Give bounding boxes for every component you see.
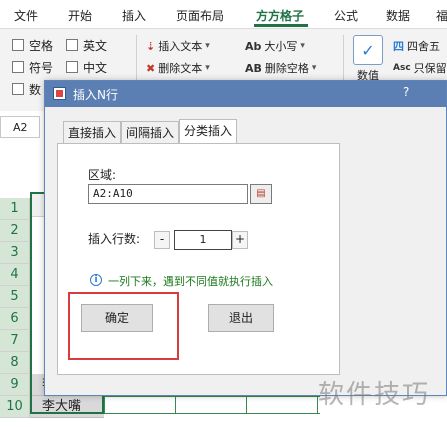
case-label: 大小写 bbox=[264, 40, 298, 53]
delete-text-label: 删除文本 bbox=[158, 62, 203, 75]
chevron-down-icon: ▾ bbox=[205, 63, 210, 73]
exit-button[interactable]: 退出 bbox=[208, 304, 274, 332]
checkbox-label: 数 bbox=[29, 82, 42, 97]
row-header[interactable]: 10 bbox=[0, 396, 30, 418]
checkbox-number[interactable]: 数 bbox=[12, 81, 41, 97]
tab-more[interactable]: 福 bbox=[436, 7, 447, 24]
insert-text-icon: ⇣ bbox=[146, 39, 156, 53]
chevron-down-icon: ▾ bbox=[205, 41, 210, 51]
tab-home[interactable]: 开始 bbox=[68, 7, 92, 24]
range-input[interactable]: A2:A10 bbox=[88, 184, 248, 204]
cell-a10[interactable]: 李大嘴 bbox=[30, 396, 104, 418]
tab-formulas[interactable]: 公式 bbox=[334, 7, 358, 24]
checkbox-box bbox=[12, 83, 24, 95]
keep-only-button[interactable]: Asc 只保留 bbox=[393, 60, 447, 76]
row-header[interactable]: 1 bbox=[0, 198, 30, 220]
delete-space-label: 删除空格 bbox=[264, 62, 309, 75]
range-picker-button[interactable]: ▤ bbox=[250, 184, 272, 204]
case-icon: Ab bbox=[245, 39, 262, 53]
checkbox-symbol[interactable]: 符号 bbox=[12, 59, 53, 75]
round-label: 四舍五 bbox=[407, 40, 440, 53]
decrement-button[interactable]: - bbox=[154, 231, 170, 249]
tab-file[interactable]: 文件 bbox=[14, 7, 38, 24]
tab-data[interactable]: 数据 bbox=[386, 7, 410, 24]
tab-category-insert[interactable]: 分类插入 bbox=[179, 119, 238, 144]
checkbox-space[interactable]: 空格 bbox=[12, 37, 53, 53]
tab-direct-insert[interactable]: 直接插入 bbox=[63, 121, 122, 143]
checkbox-label: 空格 bbox=[29, 38, 54, 53]
checkbox-chinese[interactable]: 中文 bbox=[66, 59, 107, 75]
checkbox-box bbox=[12, 61, 24, 73]
watermark: 软件技巧 bbox=[318, 380, 431, 410]
info-icon: i bbox=[90, 274, 102, 286]
checkbox-box bbox=[66, 39, 78, 51]
keep-only-icon: Asc bbox=[393, 63, 411, 73]
delete-space-icon: AB bbox=[245, 61, 262, 75]
row-header[interactable]: 8 bbox=[0, 352, 30, 374]
round-icon: 四 bbox=[393, 40, 404, 53]
delete-text-icon: ✖ bbox=[146, 61, 156, 75]
tab-fangfanggezi[interactable]: 方方格子 bbox=[256, 7, 304, 24]
dialog-title: 插入N行 bbox=[73, 88, 118, 102]
insert-text-label: 插入文本 bbox=[158, 40, 203, 53]
insert-text-button[interactable]: ⇣ 插入文本 ▾ bbox=[146, 38, 210, 54]
row-header[interactable]: 7 bbox=[0, 330, 30, 352]
row-header[interactable]: 6 bbox=[0, 308, 30, 330]
tab-page-category: 区域: A2:A10 ▤ 插入行数: - 1 + i 一列下来，遇到不同值就执行… bbox=[57, 143, 340, 375]
chevron-down-icon: ▾ bbox=[311, 63, 317, 73]
keep-only-label: 只保留 bbox=[413, 62, 447, 75]
row-header[interactable]: 2 bbox=[0, 220, 30, 242]
round-button[interactable]: 四 四舍五 bbox=[393, 38, 440, 54]
rows-count-input[interactable]: 1 bbox=[174, 230, 232, 250]
checkbox-english[interactable]: 英文 bbox=[66, 37, 107, 53]
tab-page-layout[interactable]: 页面布局 bbox=[176, 7, 224, 24]
row-header[interactable]: 4 bbox=[0, 264, 30, 286]
ribbon-tab-bar: 文件 开始 插入 页面布局 方方格子 公式 数据 福 bbox=[0, 0, 447, 28]
range-label: 区域: bbox=[88, 168, 117, 182]
chevron-down-icon: ▾ bbox=[300, 41, 305, 51]
checkbox-label: 英文 bbox=[83, 38, 108, 53]
info-text: 一列下来，遇到不同值就执行插入 bbox=[108, 275, 273, 288]
increment-button[interactable]: + bbox=[232, 231, 248, 249]
checkbox-box bbox=[66, 61, 78, 73]
dialog-titlebar[interactable]: 插入N行 ? bbox=[45, 81, 446, 107]
row-header[interactable]: 5 bbox=[0, 286, 30, 308]
tab-interval-insert[interactable]: 间隔插入 bbox=[121, 121, 180, 143]
checkbox-box bbox=[12, 39, 24, 51]
value-icon: ✓ bbox=[353, 35, 383, 65]
ok-button[interactable]: 确定 bbox=[81, 304, 153, 332]
name-box[interactable]: A2 bbox=[0, 116, 40, 138]
grid-line bbox=[104, 413, 320, 414]
case-button[interactable]: Ab 大小写 ▾ bbox=[245, 38, 305, 54]
checkbox-label: 符号 bbox=[29, 60, 54, 75]
checkbox-label: 中文 bbox=[83, 60, 108, 75]
value-button[interactable]: ✓ 数值 bbox=[350, 35, 386, 82]
row-header[interactable]: 3 bbox=[0, 242, 30, 264]
rows-label: 插入行数: bbox=[88, 232, 141, 246]
row-header[interactable]: 9 bbox=[0, 374, 30, 396]
tab-insert[interactable]: 插入 bbox=[122, 7, 146, 24]
app-icon bbox=[53, 87, 66, 100]
delete-text-button[interactable]: ✖ 删除文本 ▾ bbox=[146, 60, 210, 76]
delete-space-button[interactable]: AB 删除空格 ▾ bbox=[245, 60, 316, 76]
insert-n-rows-dialog: 插入N行 ? 直接插入 间隔插入 分类插入 区域: A2:A10 ▤ 插入行数:… bbox=[44, 80, 447, 396]
help-button[interactable]: ? bbox=[403, 85, 409, 99]
active-tab-indicator bbox=[254, 24, 308, 27]
grid-line bbox=[104, 396, 320, 397]
